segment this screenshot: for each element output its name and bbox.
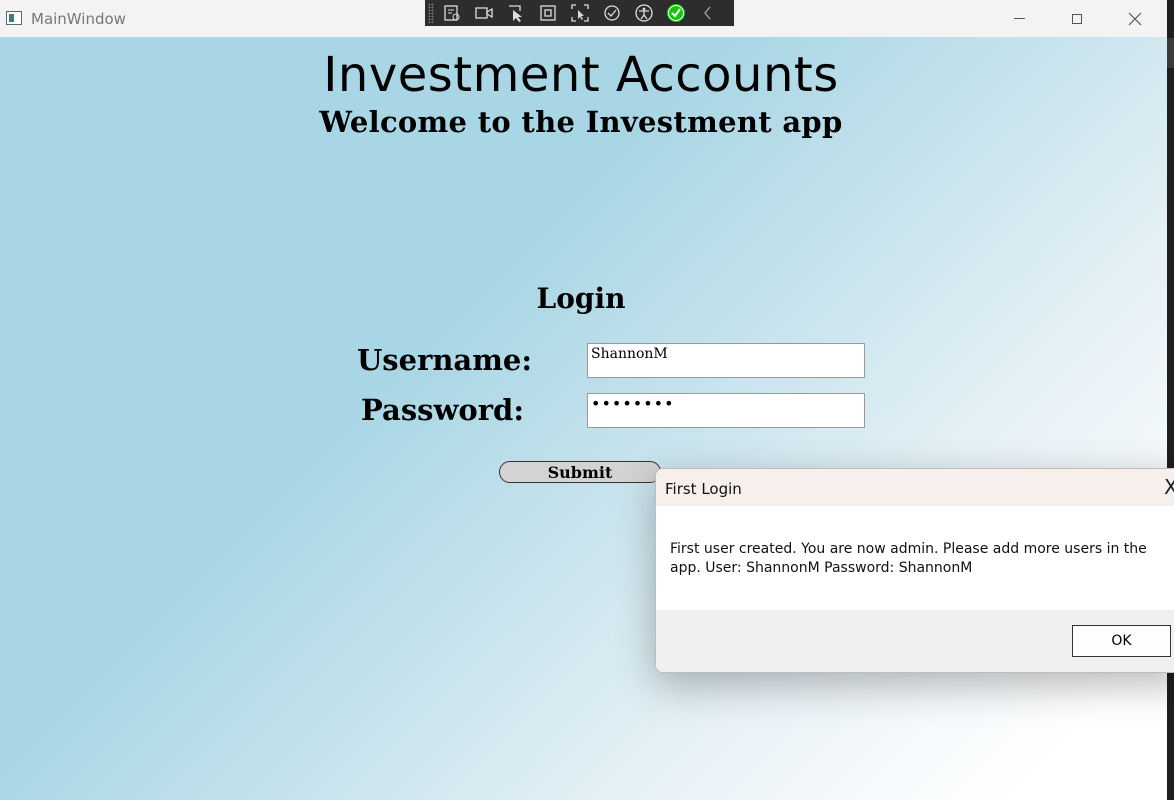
username-label: Username: xyxy=(357,343,533,377)
page-title: Investment Accounts xyxy=(323,47,839,103)
select-element-icon xyxy=(509,5,522,22)
main-window: MainWindow Investment Accounts Welcome t… xyxy=(0,0,1167,800)
password-label: Password: xyxy=(361,393,525,427)
toolbar-grip-handle[interactable] xyxy=(428,3,434,23)
collapse-toolbar-button[interactable] xyxy=(694,2,722,24)
hot-reload-icon xyxy=(604,5,620,21)
page-subtitle: Welcome to the Investment app xyxy=(319,105,843,139)
background-window-edge xyxy=(1167,0,1174,800)
display-layout-adorners-icon xyxy=(540,5,556,21)
layout-adorners-button[interactable] xyxy=(534,2,562,24)
close-icon xyxy=(1128,12,1142,25)
maximize-icon xyxy=(1072,13,1082,24)
debug-toolbar xyxy=(425,0,734,26)
username-input[interactable]: ShannonM xyxy=(587,343,865,378)
collapse-chevron-icon xyxy=(704,6,711,20)
minimize-button[interactable] xyxy=(990,0,1048,37)
record-icon xyxy=(475,7,493,19)
live-visual-tree-icon xyxy=(444,5,460,21)
login-heading: Login xyxy=(536,282,626,315)
hot-reload-button[interactable] xyxy=(598,2,626,24)
window-title: MainWindow xyxy=(31,10,126,28)
track-focus-button[interactable] xyxy=(566,2,594,24)
binding-check-button[interactable] xyxy=(662,2,690,24)
close-window-button[interactable] xyxy=(1106,0,1164,37)
select-element-button[interactable] xyxy=(502,2,530,24)
app-window-icon xyxy=(6,11,22,25)
dialog-footer: OK xyxy=(656,610,1174,672)
track-focus-icon xyxy=(571,4,589,22)
live-visual-tree-button[interactable] xyxy=(438,2,466,24)
dialog-message: First user created. You are now admin. P… xyxy=(670,541,1147,576)
maximize-button[interactable] xyxy=(1048,0,1106,37)
content-area: Investment Accounts Welcome to the Inves… xyxy=(0,37,1167,800)
minimize-icon xyxy=(1013,18,1025,19)
record-button[interactable] xyxy=(470,2,498,24)
dialog-title-bar[interactable]: First Login X xyxy=(656,469,1174,506)
background-scrollbar xyxy=(1167,38,1174,68)
ok-button[interactable]: OK xyxy=(1072,625,1171,657)
accessibility-icon xyxy=(635,4,653,22)
password-input[interactable]: •••••••• xyxy=(587,393,865,428)
dialog-title: First Login xyxy=(665,480,742,498)
accessibility-button[interactable] xyxy=(630,2,658,24)
binding-check-icon xyxy=(667,4,685,22)
dialog-body: First user created. You are now admin. P… xyxy=(656,506,1174,610)
dialog-close-icon[interactable]: X xyxy=(1164,477,1174,497)
first-login-dialog: First Login X First user created. You ar… xyxy=(655,468,1174,673)
submit-button[interactable]: Submit xyxy=(499,461,661,483)
